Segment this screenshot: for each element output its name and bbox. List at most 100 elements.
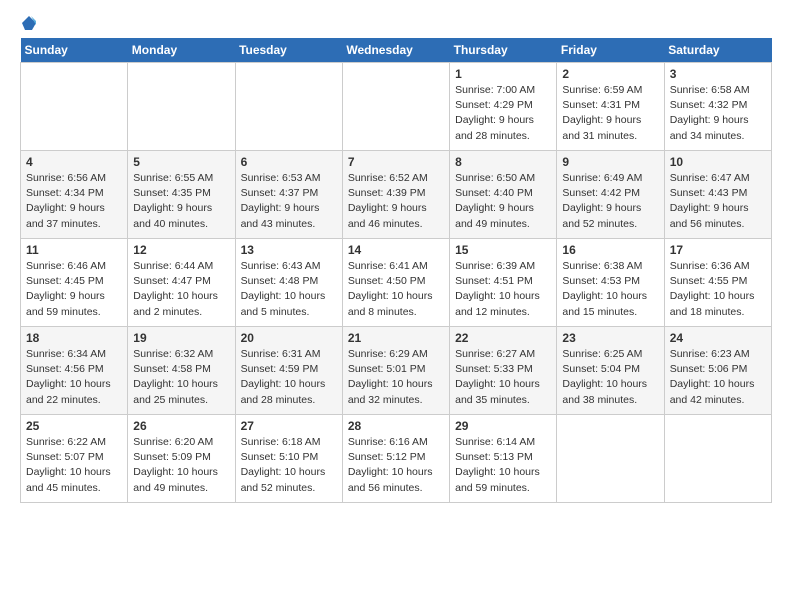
weekday-header-sunday: Sunday: [21, 38, 128, 63]
day-number: 13: [241, 243, 337, 257]
calendar-cell: 21 Sunrise: 6:29 AMSunset: 5:01 PMDayligh…: [342, 327, 449, 415]
calendar-cell: 3 Sunrise: 6:58 AMSunset: 4:32 PMDaylight…: [664, 63, 771, 151]
day-info: Sunrise: 6:27 AMSunset: 5:33 PMDaylight:…: [455, 347, 551, 408]
calendar-cell: 19 Sunrise: 6:32 AMSunset: 4:58 PMDayligh…: [128, 327, 235, 415]
day-info: Sunrise: 6:50 AMSunset: 4:40 PMDaylight:…: [455, 171, 551, 232]
day-info: Sunrise: 6:20 AMSunset: 5:09 PMDaylight:…: [133, 435, 229, 496]
calendar-cell: 15 Sunrise: 6:39 AMSunset: 4:51 PMDayligh…: [450, 239, 557, 327]
calendar-cell: 1Sunrise: 7:00 AMSunset: 4:29 PMDaylight…: [450, 63, 557, 151]
day-number: 11: [26, 243, 122, 257]
day-info: Sunrise: 6:25 AMSunset: 5:04 PMDaylight:…: [562, 347, 658, 408]
calendar-cell: 25 Sunrise: 6:22 AMSunset: 5:07 PMDayligh…: [21, 415, 128, 503]
page-header: [20, 16, 772, 30]
calendar-cell: 23 Sunrise: 6:25 AMSunset: 5:04 PMDayligh…: [557, 327, 664, 415]
day-number: 20: [241, 331, 337, 345]
day-info: Sunrise: 6:18 AMSunset: 5:10 PMDaylight:…: [241, 435, 337, 496]
day-info: Sunrise: 6:16 AMSunset: 5:12 PMDaylight:…: [348, 435, 444, 496]
calendar-cell: 9 Sunrise: 6:49 AMSunset: 4:42 PMDaylight…: [557, 151, 664, 239]
day-info: Sunrise: 6:29 AMSunset: 5:01 PMDaylight:…: [348, 347, 444, 408]
logo-icon: [22, 16, 36, 30]
calendar-cell: 5 Sunrise: 6:55 AMSunset: 4:35 PMDaylight…: [128, 151, 235, 239]
calendar-cell: [235, 63, 342, 151]
calendar-week-row: 4 Sunrise: 6:56 AMSunset: 4:34 PMDaylight…: [21, 151, 772, 239]
weekday-header-thursday: Thursday: [450, 38, 557, 63]
calendar-cell: 16 Sunrise: 6:38 AMSunset: 4:53 PMDayligh…: [557, 239, 664, 327]
day-info: Sunrise: 6:56 AMSunset: 4:34 PMDaylight:…: [26, 171, 122, 232]
day-number: 24: [670, 331, 766, 345]
calendar-cell: 12Sunrise: 6:44 AMSunset: 4:47 PMDayligh…: [128, 239, 235, 327]
calendar-week-row: 25 Sunrise: 6:22 AMSunset: 5:07 PMDayligh…: [21, 415, 772, 503]
weekday-header-wednesday: Wednesday: [342, 38, 449, 63]
day-info: Sunrise: 6:41 AMSunset: 4:50 PMDaylight:…: [348, 259, 444, 320]
calendar-cell: [128, 63, 235, 151]
calendar-cell: 28Sunrise: 6:16 AMSunset: 5:12 PMDayligh…: [342, 415, 449, 503]
day-number: 4: [26, 155, 122, 169]
weekday-header-friday: Friday: [557, 38, 664, 63]
calendar-cell: 13 Sunrise: 6:43 AMSunset: 4:48 PMDayligh…: [235, 239, 342, 327]
calendar-cell: 11 Sunrise: 6:46 AMSunset: 4:45 PMDayligh…: [21, 239, 128, 327]
weekday-header-row: SundayMondayTuesdayWednesdayThursdayFrid…: [21, 38, 772, 63]
calendar-cell: 6 Sunrise: 6:53 AMSunset: 4:37 PMDaylight…: [235, 151, 342, 239]
calendar-cell: [664, 415, 771, 503]
day-info: Sunrise: 6:23 AMSunset: 5:06 PMDaylight:…: [670, 347, 766, 408]
day-info: Sunrise: 6:14 AMSunset: 5:13 PMDaylight:…: [455, 435, 551, 496]
day-info: Sunrise: 6:49 AMSunset: 4:42 PMDaylight:…: [562, 171, 658, 232]
weekday-header-saturday: Saturday: [664, 38, 771, 63]
day-info: Sunrise: 6:52 AMSunset: 4:39 PMDaylight:…: [348, 171, 444, 232]
day-info: Sunrise: 6:31 AMSunset: 4:59 PMDaylight:…: [241, 347, 337, 408]
day-info: Sunrise: 6:55 AMSunset: 4:35 PMDaylight:…: [133, 171, 229, 232]
day-number: 3: [670, 67, 766, 81]
day-info: Sunrise: 6:43 AMSunset: 4:48 PMDaylight:…: [241, 259, 337, 320]
calendar-cell: 7Sunrise: 6:52 AMSunset: 4:39 PMDaylight…: [342, 151, 449, 239]
calendar-cell: 2 Sunrise: 6:59 AMSunset: 4:31 PMDaylight…: [557, 63, 664, 151]
day-info: Sunrise: 6:59 AMSunset: 4:31 PMDaylight:…: [562, 83, 658, 144]
day-number: 12: [133, 243, 229, 257]
calendar-cell: 14 Sunrise: 6:41 AMSunset: 4:50 PMDayligh…: [342, 239, 449, 327]
day-number: 14: [348, 243, 444, 257]
day-number: 15: [455, 243, 551, 257]
calendar-table: SundayMondayTuesdayWednesdayThursdayFrid…: [20, 38, 772, 503]
calendar-cell: [21, 63, 128, 151]
day-number: 5: [133, 155, 229, 169]
day-number: 26: [133, 419, 229, 433]
day-info: Sunrise: 6:34 AMSunset: 4:56 PMDaylight:…: [26, 347, 122, 408]
weekday-header-monday: Monday: [128, 38, 235, 63]
day-info: Sunrise: 6:46 AMSunset: 4:45 PMDaylight:…: [26, 259, 122, 320]
day-number: 17: [670, 243, 766, 257]
day-number: 2: [562, 67, 658, 81]
day-number: 6: [241, 155, 337, 169]
day-info: Sunrise: 6:47 AMSunset: 4:43 PMDaylight:…: [670, 171, 766, 232]
day-info: Sunrise: 6:32 AMSunset: 4:58 PMDaylight:…: [133, 347, 229, 408]
day-info: Sunrise: 6:58 AMSunset: 4:32 PMDaylight:…: [670, 83, 766, 144]
calendar-cell: 10 Sunrise: 6:47 AMSunset: 4:43 PMDayligh…: [664, 151, 771, 239]
weekday-header-tuesday: Tuesday: [235, 38, 342, 63]
day-number: 21: [348, 331, 444, 345]
day-number: 19: [133, 331, 229, 345]
day-number: 27: [241, 419, 337, 433]
day-info: Sunrise: 6:39 AMSunset: 4:51 PMDaylight:…: [455, 259, 551, 320]
calendar-cell: 29Sunrise: 6:14 AMSunset: 5:13 PMDayligh…: [450, 415, 557, 503]
day-info: Sunrise: 6:53 AMSunset: 4:37 PMDaylight:…: [241, 171, 337, 232]
calendar-week-row: 11 Sunrise: 6:46 AMSunset: 4:45 PMDayligh…: [21, 239, 772, 327]
calendar-cell: 4 Sunrise: 6:56 AMSunset: 4:34 PMDaylight…: [21, 151, 128, 239]
day-number: 23: [562, 331, 658, 345]
calendar-cell: [557, 415, 664, 503]
day-info: Sunrise: 6:38 AMSunset: 4:53 PMDaylight:…: [562, 259, 658, 320]
day-number: 9: [562, 155, 658, 169]
day-number: 16: [562, 243, 658, 257]
calendar-cell: 18Sunrise: 6:34 AMSunset: 4:56 PMDayligh…: [21, 327, 128, 415]
calendar-week-row: 1Sunrise: 7:00 AMSunset: 4:29 PMDaylight…: [21, 63, 772, 151]
day-number: 25: [26, 419, 122, 433]
calendar-cell: 24 Sunrise: 6:23 AMSunset: 5:06 PMDayligh…: [664, 327, 771, 415]
calendar-week-row: 18Sunrise: 6:34 AMSunset: 4:56 PMDayligh…: [21, 327, 772, 415]
day-info: Sunrise: 6:22 AMSunset: 5:07 PMDaylight:…: [26, 435, 122, 496]
calendar-cell: 8Sunrise: 6:50 AMSunset: 4:40 PMDaylight…: [450, 151, 557, 239]
calendar-cell: 20 Sunrise: 6:31 AMSunset: 4:59 PMDayligh…: [235, 327, 342, 415]
calendar-cell: 27 Sunrise: 6:18 AMSunset: 5:10 PMDayligh…: [235, 415, 342, 503]
logo: [20, 16, 36, 30]
calendar-cell: 22 Sunrise: 6:27 AMSunset: 5:33 PMDayligh…: [450, 327, 557, 415]
day-number: 22: [455, 331, 551, 345]
day-number: 10: [670, 155, 766, 169]
calendar-cell: [342, 63, 449, 151]
day-number: 1: [455, 67, 551, 81]
